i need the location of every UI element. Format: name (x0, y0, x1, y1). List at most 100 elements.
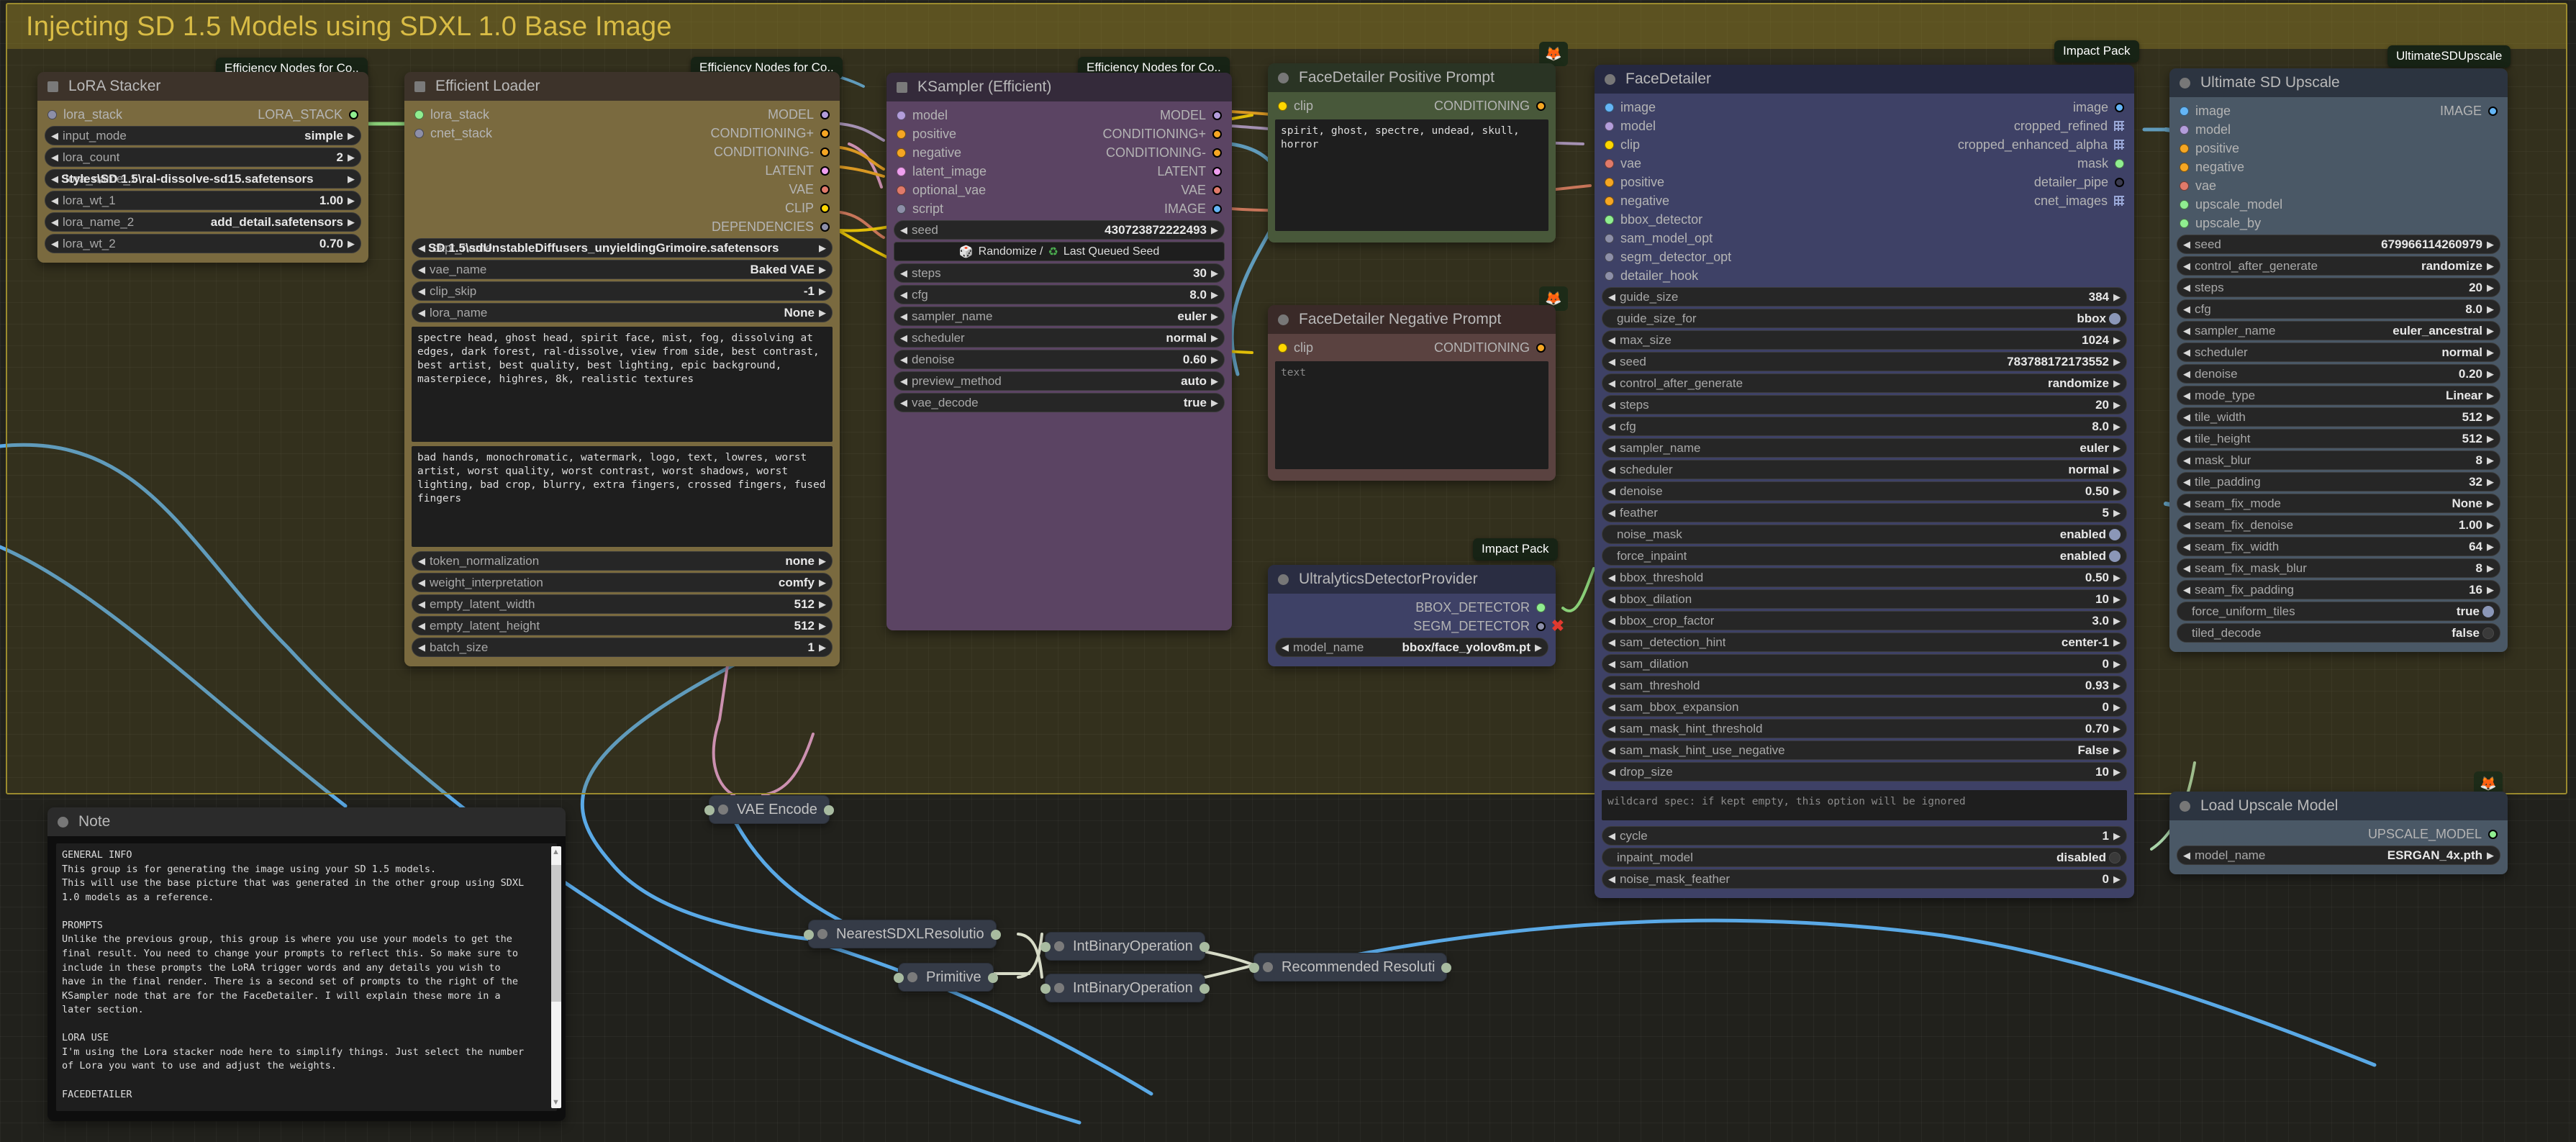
chevron-left-icon[interactable]: ◀ (2183, 412, 2190, 422)
widget-drop-size[interactable]: ◀ drop_size 10 ▶ (1602, 762, 2127, 781)
widget-cfg[interactable]: ◀ cfg 8.0 ▶ (894, 285, 1225, 304)
output-dot[interactable] (1441, 963, 1452, 973)
input-dot[interactable] (2180, 181, 2189, 191)
chevron-right-icon[interactable]: ▶ (2487, 261, 2494, 271)
node-ultimate-sd-upscale[interactable]: Ultimate SD Upscale image IMAGE model po… (2169, 68, 2508, 652)
input-dot[interactable] (897, 166, 906, 176)
chevron-left-icon[interactable]: ◀ (1282, 643, 1289, 652)
input-dot[interactable] (1278, 101, 1287, 111)
chevron-left-icon[interactable]: ◀ (2183, 520, 2190, 530)
randomize-seed-button[interactable]: 🎲 Randomize / ♻ Last Queued Seed (894, 242, 1225, 261)
chevron-left-icon[interactable]: ◀ (900, 376, 907, 386)
collapse-icon[interactable] (47, 81, 58, 92)
widget-control-after-generate[interactable]: ◀ control_after_generate randomize ▶ (1602, 373, 2127, 393)
chevron-left-icon[interactable]: ◀ (1608, 335, 1615, 345)
chevron-left-icon[interactable]: ◀ (900, 398, 907, 407)
widget-sampler-name[interactable]: ◀ sampler_name euler_ancestral ▶ (2177, 321, 2500, 340)
chevron-right-icon[interactable]: ▶ (2487, 391, 2494, 400)
output-dot[interactable] (1212, 166, 1222, 176)
output-dot[interactable] (2115, 177, 2124, 187)
input-dot[interactable] (1605, 252, 1614, 262)
chevron-left-icon[interactable]: ◀ (900, 355, 907, 364)
chevron-left-icon[interactable]: ◀ (418, 599, 425, 609)
chevron-right-icon[interactable]: ▶ (819, 556, 826, 566)
chevron-right-icon[interactable]: ▶ (2487, 542, 2494, 551)
widget-sam-bbox-expansion[interactable]: ◀ sam_bbox_expansion 0 ▶ (1602, 697, 2127, 717)
output-dot[interactable] (820, 222, 830, 232)
chevron-left-icon[interactable]: ◀ (1608, 422, 1615, 431)
chevron-right-icon[interactable]: ▶ (1211, 268, 1218, 278)
node-header[interactable]: Efficient Loader (404, 72, 840, 101)
widget-bbox-threshold[interactable]: ◀ bbox_threshold 0.50 ▶ (1602, 568, 2127, 587)
input-dot[interactable] (2180, 124, 2189, 135)
chevron-left-icon[interactable]: ◀ (1608, 594, 1615, 604)
output-dot[interactable] (2488, 106, 2498, 116)
node-header[interactable]: FaceDetailer Positive Prompt (1268, 63, 1556, 92)
chevron-left-icon[interactable]: ◀ (1608, 357, 1615, 366)
input-dot[interactable] (897, 204, 906, 214)
chevron-right-icon[interactable]: ▶ (2113, 379, 2121, 388)
chevron-left-icon[interactable]: ◀ (2183, 369, 2190, 379)
chevron-left-icon[interactable]: ◀ (1608, 379, 1615, 388)
chevron-left-icon[interactable]: ◀ (2183, 240, 2190, 249)
chevron-right-icon[interactable]: ▶ (1211, 290, 1218, 299)
chevron-right-icon[interactable]: ▶ (2113, 681, 2121, 690)
chevron-left-icon[interactable]: ◀ (418, 578, 425, 587)
input-dot[interactable] (1605, 196, 1614, 206)
widget-seam-fix-padding[interactable]: ◀ seam_fix_padding 16 ▶ (2177, 580, 2500, 599)
widget-lora-wt-2[interactable]: ◀ lora_wt_2 0.70 ▶ (45, 234, 361, 253)
widget-max-size[interactable]: ◀ max_size 1024 ▶ (1602, 330, 2127, 350)
input-dot[interactable] (2180, 218, 2189, 228)
chevron-left-icon[interactable]: ◀ (900, 333, 907, 343)
node-lora-stacker[interactable]: LoRA Stacker lora_stack LORA_STACK ◀ inp… (37, 72, 368, 263)
scroll-thumb[interactable] (551, 865, 561, 1002)
chevron-right-icon[interactable]: ▶ (2487, 563, 2494, 573)
chevron-left-icon[interactable]: ◀ (51, 239, 58, 248)
output-dot[interactable] (1536, 101, 1546, 111)
chevron-right-icon[interactable]: ▶ (2487, 412, 2494, 422)
chevron-right-icon[interactable]: ▶ (2113, 508, 2121, 517)
input-dot[interactable] (1605, 177, 1614, 187)
widget-seam-fix-mask-blur[interactable]: ◀ seam_fix_mask_blur 8 ▶ (2177, 558, 2500, 578)
toggle-knob[interactable] (2109, 851, 2121, 864)
widget-seam-fix-width[interactable]: ◀ seam_fix_width 64 ▶ (2177, 537, 2500, 556)
widget-cfg[interactable]: ◀ cfg 8.0 ▶ (2177, 299, 2500, 319)
input-dot[interactable] (897, 148, 906, 158)
chevron-right-icon[interactable]: ▶ (2487, 304, 2494, 314)
chevron-left-icon[interactable]: ◀ (1608, 874, 1615, 884)
widget-denoise[interactable]: ◀ denoise 0.50 ▶ (1602, 481, 2127, 501)
widget-model-name[interactable]: ◀ model_name ESRGAN_4x.pth ▶ (2177, 846, 2500, 865)
comfyui-canvas[interactable]: Injecting SD 1.5 Models using SDXL 1.0 B… (0, 0, 2576, 1142)
input-dot[interactable] (2180, 199, 2189, 209)
chevron-left-icon[interactable]: ◀ (1608, 508, 1615, 517)
widget-sam-detection-hint[interactable]: ◀ sam_detection_hint center-1 ▶ (1602, 633, 2127, 652)
input-dot[interactable] (1605, 140, 1614, 150)
chevron-right-icon[interactable]: ▶ (1211, 355, 1218, 364)
node-header[interactable]: Load Upscale Model (2169, 792, 2508, 820)
negative-prompt-textarea[interactable]: bad hands, monochromatic, watermark, log… (412, 446, 833, 547)
chevron-left-icon[interactable]: ◀ (51, 131, 58, 140)
widget-denoise[interactable]: ◀ denoise 0.20 ▶ (2177, 364, 2500, 384)
chevron-left-icon[interactable]: ◀ (51, 153, 58, 162)
widget-scheduler[interactable]: ◀ scheduler normal ▶ (894, 328, 1225, 348)
chevron-left-icon[interactable]: ◀ (2183, 326, 2190, 335)
chevron-right-icon[interactable]: ▶ (2113, 746, 2121, 755)
node-header[interactable]: Note (47, 807, 566, 836)
chevron-right-icon[interactable]: ▶ (2113, 573, 2121, 582)
toggle-knob[interactable] (2482, 605, 2494, 617)
chevron-right-icon[interactable]: ▶ (2487, 369, 2494, 379)
widget-lora-count[interactable]: ◀ lora_count 2 ▶ (45, 148, 361, 167)
collapse-icon[interactable] (1054, 983, 1064, 993)
chevron-left-icon[interactable]: ◀ (900, 290, 907, 299)
widget-batch-size[interactable]: ◀ batch_size 1 ▶ (412, 638, 833, 657)
chevron-right-icon[interactable]: ▶ (819, 308, 826, 317)
output-dot[interactable] (1536, 602, 1546, 612)
widget-sam-threshold[interactable]: ◀ sam_threshold 0.93 ▶ (1602, 676, 2127, 695)
node-header[interactable]: LoRA Stacker (37, 72, 368, 101)
node-load-upscale-model[interactable]: Load Upscale Model UPSCALE_MODEL ◀ model… (2169, 792, 2508, 874)
collapse-icon[interactable] (718, 805, 728, 815)
widget-preview-method[interactable]: ◀ preview_method auto ▶ (894, 371, 1225, 391)
chevron-right-icon[interactable]: ▶ (2487, 434, 2494, 443)
widget-token-normalization[interactable]: ◀ token_normalization none ▶ (412, 551, 833, 571)
positive-prompt-textarea[interactable]: spectre head, ghost head, spirit face, m… (412, 327, 833, 442)
